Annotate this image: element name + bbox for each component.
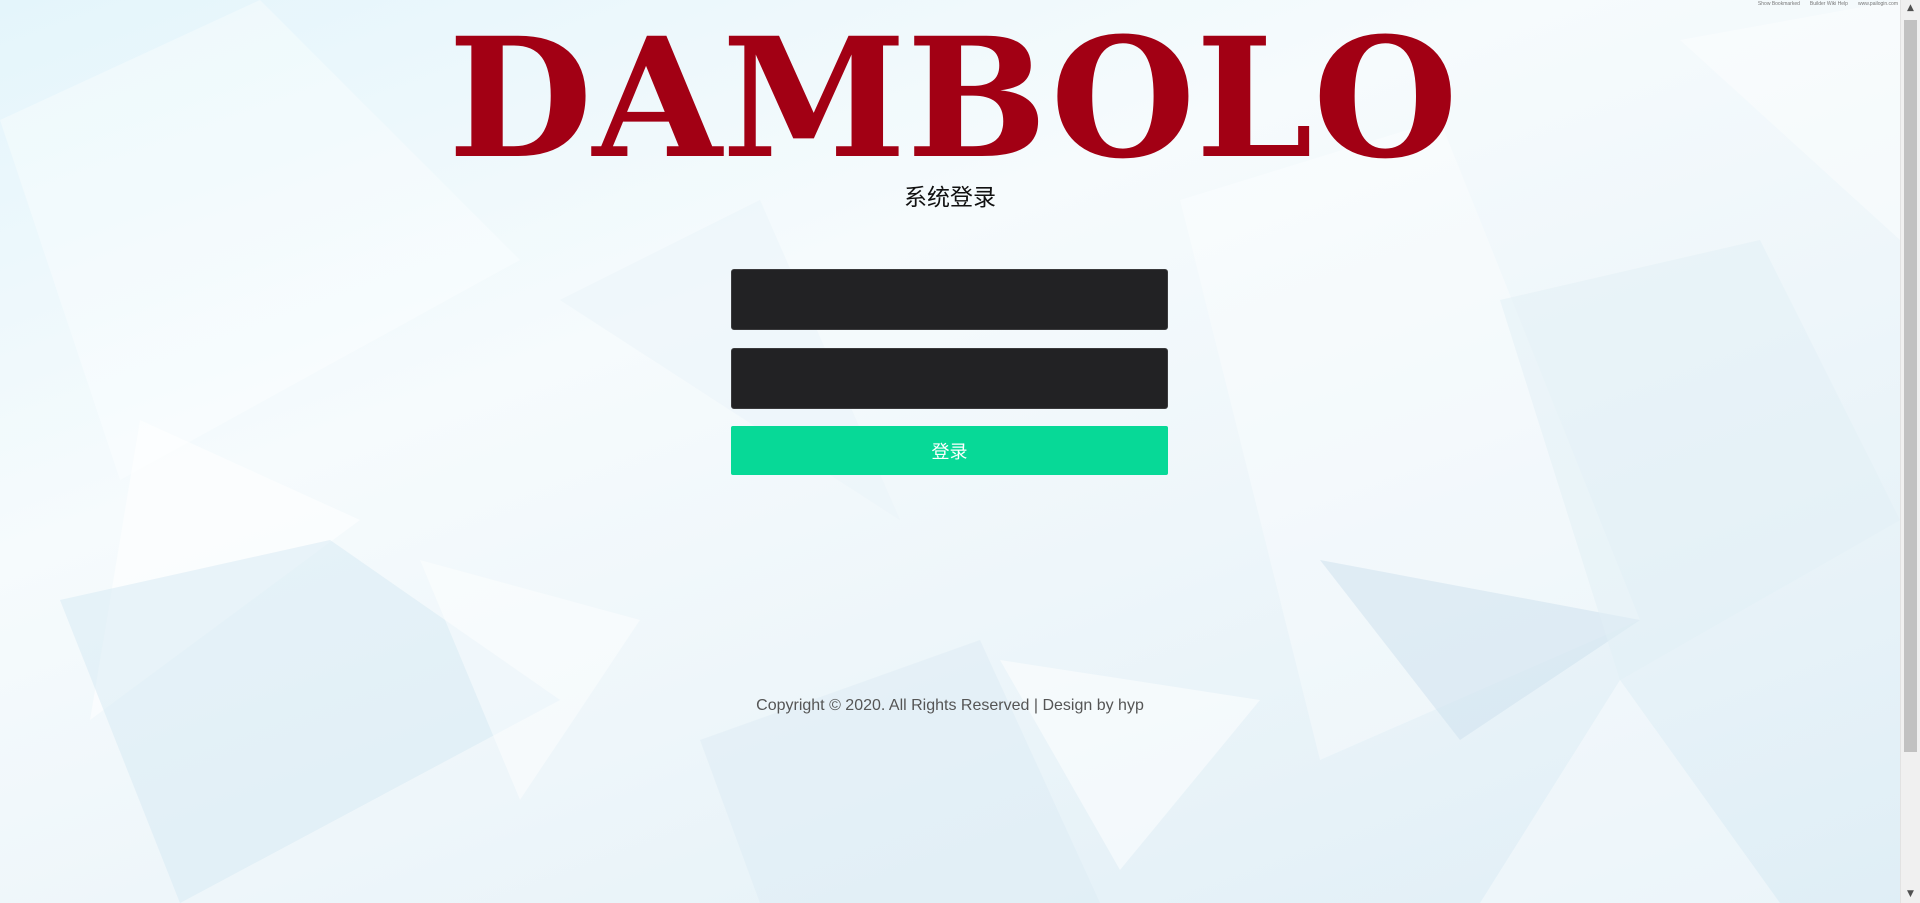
vertical-scrollbar[interactable]: ▲ ▼ [1900,0,1920,903]
top-right-links: Show Bookmarked Builder Wiki Help www.pa… [1758,0,1898,8]
top-link[interactable]: Show Bookmarked [1758,0,1800,8]
copyright-text: Copyright © 2020. All Rights Reserved | … [756,697,1144,714]
arrow-up-icon[interactable]: ▲ [1901,0,1920,17]
top-link[interactable]: www.pailogin.com [1858,0,1898,8]
password-input[interactable] [731,348,1168,409]
logo-text: DAMBOLO [448,26,1458,166]
top-link[interactable]: Builder Wiki Help [1810,0,1848,8]
login-title: 系统登录 [904,185,996,211]
arrow-down-icon[interactable]: ▼ [1901,886,1920,903]
login-button[interactable]: 登录 [731,426,1168,475]
scrollbar-thumb[interactable] [1904,20,1917,752]
username-input[interactable] [731,269,1168,330]
dambolo-logo: DAMBOLO [444,26,1462,166]
logo-graphic: DAMBOLO [448,26,1458,166]
login-page: Show Bookmarked Builder Wiki Help www.pa… [0,0,1920,903]
